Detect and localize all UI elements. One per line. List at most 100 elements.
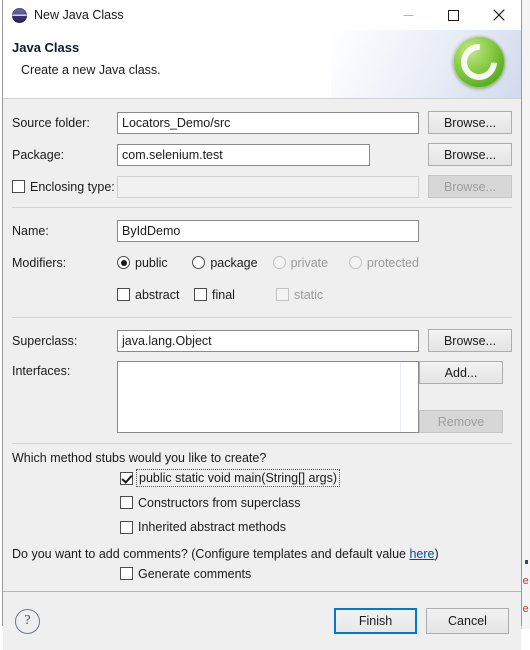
java-class-icon xyxy=(12,7,27,23)
package-row: Package: com.selenium.test Browse... xyxy=(12,143,512,166)
generate-comments-checkbox[interactable]: Generate comments xyxy=(120,567,251,581)
stub-checkbox-inherited[interactable]: Inherited abstract methods xyxy=(120,520,286,534)
comments-question: Do you want to add comments? (Configure … xyxy=(12,547,512,561)
new-java-class-dialog: New Java Class Java Class Create a new J… xyxy=(2,0,522,650)
interfaces-remove-button: Remove xyxy=(419,410,503,433)
modifier-label: abstract xyxy=(135,287,180,302)
generate-comments-label: Generate comments xyxy=(138,566,252,581)
modifier-label: package xyxy=(210,255,258,270)
interfaces-row: Interfaces: Add... Remove xyxy=(12,361,512,433)
modifier-radio-private: private xyxy=(272,255,349,270)
source-folder-input[interactable]: Locators_Demo/src xyxy=(117,111,419,134)
name-label: Name: xyxy=(12,223,49,238)
stub-label: Inherited abstract methods xyxy=(138,520,286,534)
enclosing-type-label: Enclosing type: xyxy=(30,179,115,194)
interfaces-list[interactable] xyxy=(117,361,419,433)
enclosing-type-input xyxy=(117,175,419,198)
footer-buttons: Finish Cancel xyxy=(334,608,509,634)
form-area: Source folder: Locators_Demo/src Browse.… xyxy=(3,99,521,591)
checkbox-indicator[interactable] xyxy=(194,288,207,301)
close-icon[interactable] xyxy=(476,0,521,30)
modifier-label: private xyxy=(290,255,329,270)
enclosing-type-row: Enclosing type: Browse... xyxy=(12,175,512,198)
comments-question-suffix: ) xyxy=(434,546,439,561)
modifier-radio-protected: protected xyxy=(348,255,419,270)
modifiers-label: Modifiers: xyxy=(12,255,67,270)
modifier-checkbox-abstract[interactable]: abstract xyxy=(117,288,194,302)
source-folder-label: Source folder: xyxy=(12,115,90,130)
section-divider-2 xyxy=(12,317,512,318)
interfaces-add-button[interactable]: Add... xyxy=(419,361,503,384)
modifier-label: protected xyxy=(366,255,419,270)
bleed-marker xyxy=(525,560,528,564)
window-title: New Java Class xyxy=(34,8,124,22)
dialog-footer: ? Finish Cancel xyxy=(3,591,521,650)
modifier-label: static xyxy=(294,287,324,302)
maximize-icon[interactable] xyxy=(431,0,476,30)
source-folder-browse-button[interactable]: Browse... xyxy=(428,111,512,134)
superclass-row: Superclass: java.lang.Object Browse... xyxy=(12,329,512,352)
enclosing-type-label-group[interactable]: Enclosing type: xyxy=(12,180,117,194)
cancel-button[interactable]: Cancel xyxy=(426,608,509,634)
stub-checkbox-constructors[interactable]: Constructors from superclass xyxy=(120,496,301,510)
enclosing-type-checkbox[interactable] xyxy=(12,180,25,193)
checkbox-indicator[interactable] xyxy=(120,471,133,485)
window-controls xyxy=(386,0,521,30)
stub-row-constructors: Constructors from superclass xyxy=(120,496,512,513)
dialog-header: Java Class Create a new Java class. xyxy=(3,30,521,99)
page-description: Create a new Java class. xyxy=(21,63,161,77)
bleed-strip xyxy=(521,0,530,629)
help-icon[interactable]: ? xyxy=(15,608,40,634)
modifier-label: public xyxy=(135,255,168,270)
method-stubs-question: Which method stubs would you like to cre… xyxy=(12,451,267,465)
source-folder-row: Source folder: Locators_Demo/src Browse.… xyxy=(12,111,512,134)
finish-button[interactable]: Finish xyxy=(334,608,417,634)
title-bar: New Java Class xyxy=(3,0,521,30)
checkbox-indicator[interactable] xyxy=(120,520,133,534)
bleed-glyph: e xyxy=(522,604,529,616)
checkbox-indicator[interactable] xyxy=(117,288,130,301)
stub-label: public static void main(String[] args) xyxy=(136,469,340,487)
radio-indicator[interactable] xyxy=(192,256,206,269)
superclass-input[interactable]: java.lang.Object xyxy=(117,329,419,352)
stub-label: Constructors from superclass xyxy=(138,495,301,510)
modifier-radio-package[interactable]: package xyxy=(192,256,272,270)
bleed-glyph: e xyxy=(522,576,529,588)
modifier-checkbox-static: static xyxy=(276,288,323,302)
stub-checkbox-main[interactable]: public static void main(String[] args) xyxy=(120,469,340,487)
package-browse-button[interactable]: Browse... xyxy=(428,143,512,166)
radio-indicator[interactable] xyxy=(117,256,130,269)
interfaces-label: Interfaces: xyxy=(12,364,71,378)
title-bar-left: New Java Class xyxy=(3,7,124,23)
stub-row-main: public static void main(String[] args) xyxy=(120,469,512,488)
package-input[interactable]: com.selenium.test xyxy=(117,143,370,166)
checkbox-indicator[interactable] xyxy=(120,567,133,580)
name-row: Name: ByIdDemo xyxy=(12,219,512,242)
modifiers-flags-group: abstract final static xyxy=(117,288,323,302)
checkbox-indicator xyxy=(276,288,289,301)
radio-indicator xyxy=(272,256,286,269)
enclosing-type-browse-button: Browse... xyxy=(428,175,512,198)
configure-templates-link[interactable]: here xyxy=(409,547,434,561)
logo-c-ring xyxy=(453,36,505,88)
minimize-icon[interactable] xyxy=(386,0,431,30)
superclass-browse-button[interactable]: Browse... xyxy=(428,329,512,352)
radio-indicator xyxy=(348,256,362,269)
comments-question-prefix: Do you want to add comments? (Configure … xyxy=(12,546,410,561)
eclipse-green-c-logo xyxy=(453,36,505,88)
name-input[interactable]: ByIdDemo xyxy=(117,219,419,242)
stub-row-inherited: Inherited abstract methods xyxy=(120,520,512,537)
modifiers-access-row: Modifiers: public package private protec… xyxy=(12,251,512,274)
checkbox-indicator[interactable] xyxy=(120,496,133,509)
modifier-checkbox-final[interactable]: final xyxy=(194,288,276,302)
superclass-label: Superclass: xyxy=(12,333,78,348)
section-divider-1 xyxy=(12,207,512,208)
section-divider-3 xyxy=(12,443,512,444)
modifiers-access-group: public package private protected xyxy=(117,256,419,270)
page-title: Java Class xyxy=(12,40,80,55)
modifier-label: final xyxy=(212,287,235,302)
stub-row-generate-comments: Generate comments xyxy=(120,567,512,584)
package-label: Package: xyxy=(12,147,65,162)
modifier-radio-public[interactable]: public xyxy=(117,256,192,270)
modifiers-flags-row: abstract final static xyxy=(12,283,512,306)
